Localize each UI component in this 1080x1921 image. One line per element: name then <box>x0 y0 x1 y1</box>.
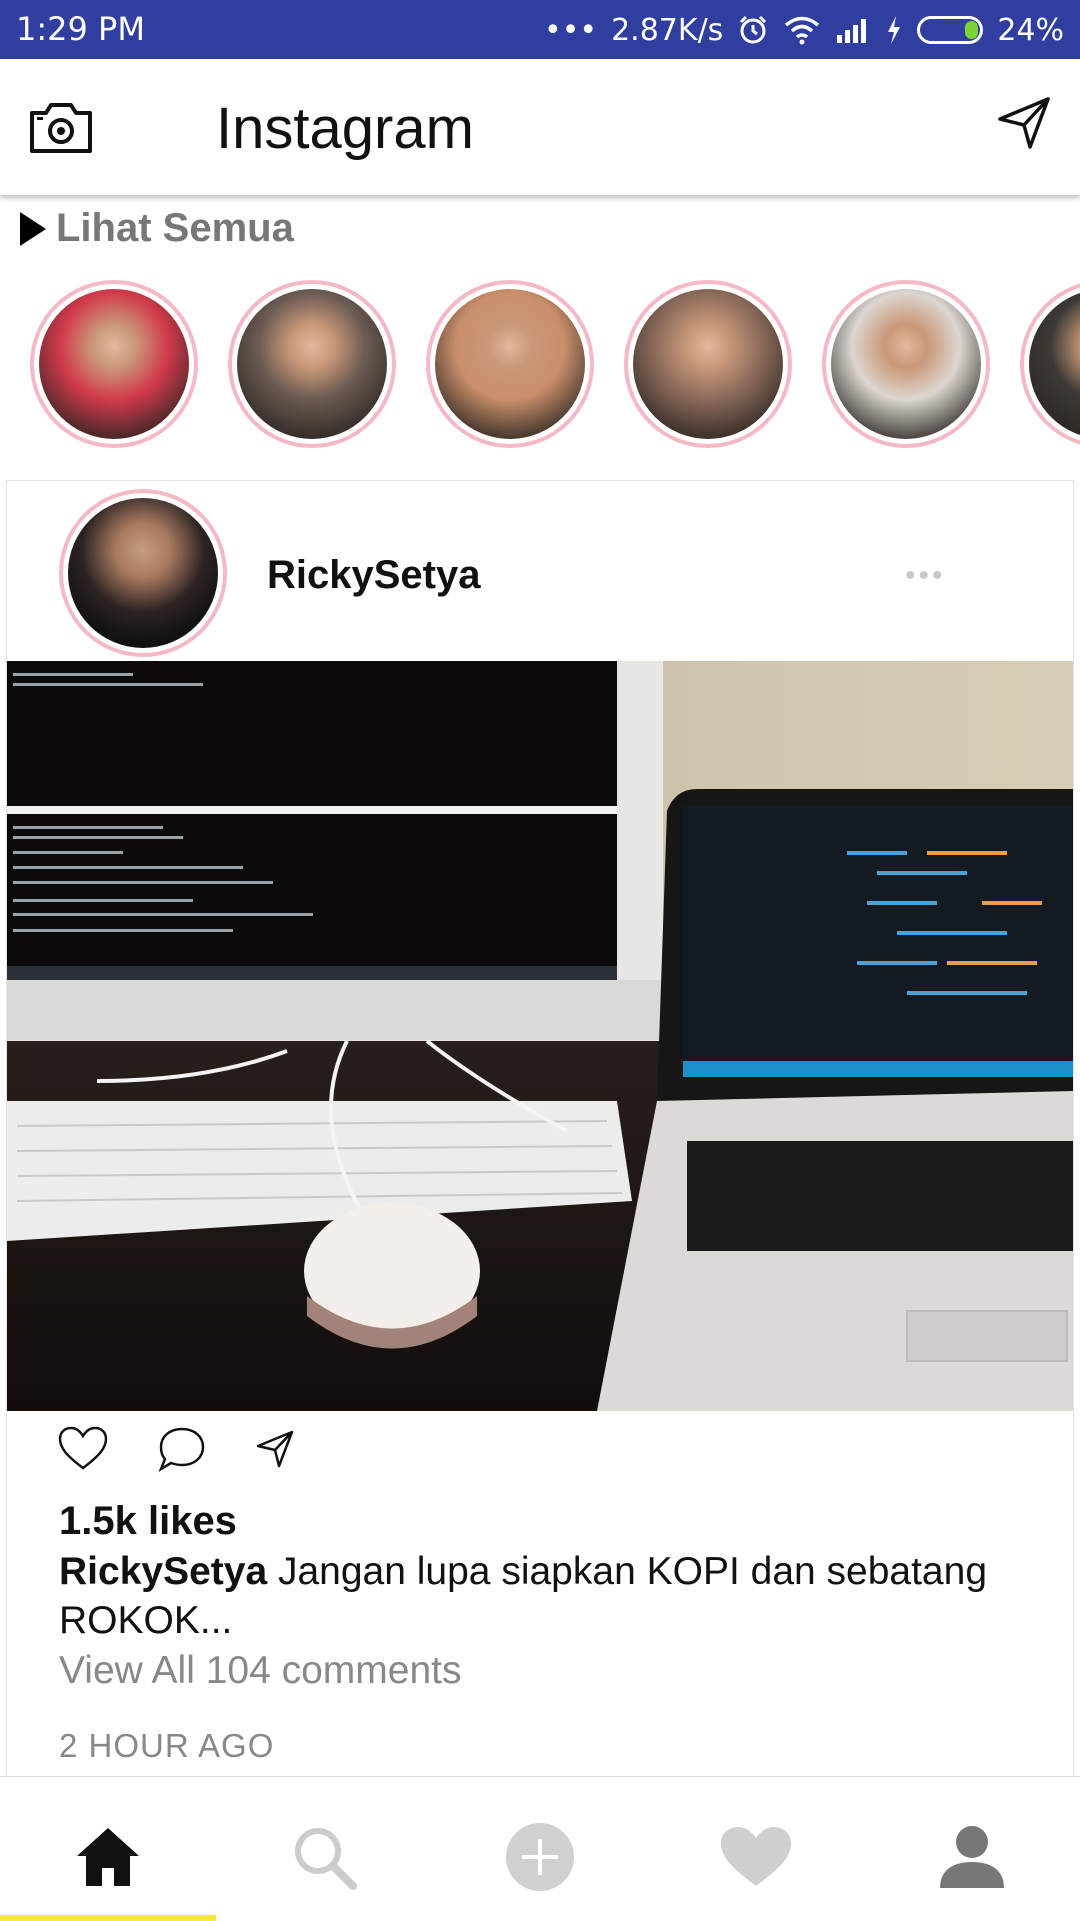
heart-icon <box>721 1827 791 1886</box>
network-speed: 2.87K/s <box>611 12 724 48</box>
notification-dots: ••• <box>544 12 598 48</box>
home-icon <box>77 1828 139 1886</box>
share-icon[interactable] <box>255 1429 295 1469</box>
nav-profile[interactable] <box>932 1817 1012 1897</box>
caption-username[interactable]: RickySetya <box>59 1550 267 1593</box>
charging-icon <box>888 16 901 44</box>
battery-percent: 24% <box>997 12 1064 48</box>
see-all-label: Lihat Semua <box>56 206 294 250</box>
nav-add[interactable] <box>500 1817 580 1897</box>
more-options-icon[interactable]: ••• <box>905 559 946 593</box>
search-icon <box>295 1828 357 1890</box>
nav-home[interactable] <box>68 1817 148 1897</box>
post-timestamp: 2 HOUR AGO <box>59 1727 275 1764</box>
status-time: 1:29 PM <box>16 10 145 48</box>
nav-activity[interactable] <box>716 1817 796 1897</box>
post-avatar[interactable] <box>59 489 227 657</box>
comment-icon[interactable] <box>157 1425 207 1473</box>
post-photo[interactable] <box>7 661 1073 1411</box>
story-avatar[interactable] <box>426 280 594 448</box>
post-card: RickySetya ••• 1.5k likes RickySetya Jan… <box>6 480 1074 1780</box>
active-tab-indicator <box>0 1915 216 1921</box>
post-actions <box>57 1425 295 1473</box>
cell-signal-icon <box>837 19 867 43</box>
app-title: Instagram <box>216 96 474 161</box>
nav-search[interactable] <box>284 1817 364 1897</box>
story-row <box>30 280 1080 450</box>
like-icon[interactable] <box>57 1426 109 1472</box>
post-caption: RickySetya Jangan lupa siapkan KOPI dan … <box>59 1547 1019 1645</box>
likes-count[interactable]: 1.5k likes <box>59 1499 237 1544</box>
profile-icon <box>940 1826 1004 1888</box>
bottom-navigation <box>0 1776 1080 1921</box>
story-avatar[interactable] <box>822 280 990 448</box>
direct-message-icon[interactable] <box>996 95 1052 151</box>
story-avatar[interactable] <box>624 280 792 448</box>
status-icons: ••• 2.87K/s 24% <box>544 10 1064 50</box>
story-avatar[interactable] <box>228 280 396 448</box>
view-all-comments-link[interactable]: View All 104 comments <box>59 1649 461 1693</box>
status-bar: 1:29 PM ••• 2.87K/s 24% <box>0 0 1080 59</box>
story-avatar[interactable] <box>30 280 198 448</box>
app-header: Instagram <box>0 59 1080 195</box>
add-icon <box>506 1823 574 1891</box>
post-username[interactable]: RickySetya <box>267 553 480 598</box>
story-avatar[interactable] <box>1020 280 1080 448</box>
wifi-icon <box>785 16 820 45</box>
play-triangle-icon <box>20 211 46 246</box>
camera-icon[interactable] <box>28 99 94 155</box>
see-all-stories[interactable]: Lihat Semua <box>20 206 294 251</box>
alarm-icon <box>740 15 767 44</box>
photo-illustration <box>7 661 1073 1411</box>
battery-icon <box>917 16 984 44</box>
